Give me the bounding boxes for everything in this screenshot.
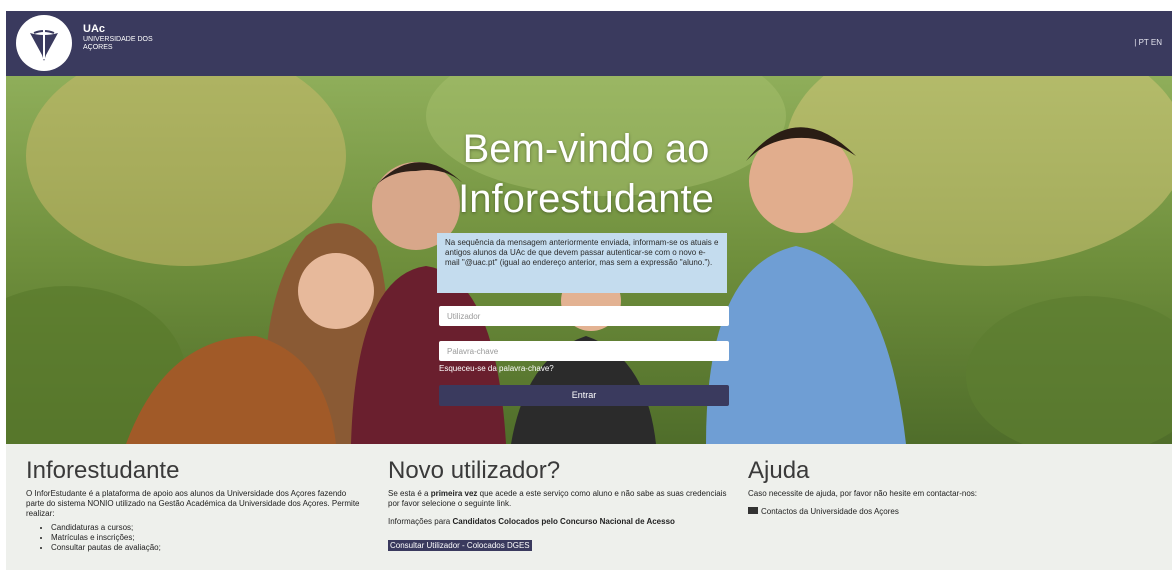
contacts-link[interactable]: Contactos da Universidade dos Açores <box>761 507 899 516</box>
top-header: UAc UNIVERSIDADE DOS AÇORES | PT EN <box>6 11 1172 76</box>
info-list: Candidaturas a cursos; Matrículas e insc… <box>26 523 361 553</box>
list-item: Candidaturas a cursos; <box>51 523 361 533</box>
dges-lookup-link[interactable]: Consultar Utilizador - Colocados DGES <box>388 540 532 551</box>
lang-separator: | <box>1134 38 1137 47</box>
welcome-title-line2: Inforestudante <box>458 177 714 221</box>
language-switcher: | PT EN <box>1134 38 1162 47</box>
info-column: Inforestudante O InforEstudante é a plat… <box>26 444 361 553</box>
help-text: Caso necessite de ajuda, por favor não h… <box>748 489 978 498</box>
help-column: Ajuda Caso necessite de ajuda, por favor… <box>748 444 1048 517</box>
welcome-title: Bem-vindo ao Inforestudante <box>426 124 746 224</box>
new-user-title: Novo utilizador? <box>388 457 561 484</box>
username-input[interactable] <box>439 306 729 326</box>
list-item: Matrículas e inscrições; <box>51 533 361 543</box>
uac-logo[interactable] <box>16 15 72 71</box>
help-title: Ajuda <box>748 457 810 484</box>
candidates-info: Informações para Candidatos Colocados pe… <box>388 517 728 527</box>
contacts-row: Contactos da Universidade dos Açores <box>748 507 1048 517</box>
lang-en-link[interactable]: EN <box>1151 38 1162 47</box>
list-item: Consultar pautas de avaliação; <box>51 543 361 553</box>
candidates-info-prefix: Informações para <box>388 517 453 526</box>
new-user-text-start: Se esta é a <box>388 489 431 498</box>
brand-name: UAc <box>83 23 106 35</box>
new-user-column: Novo utilizador? Se esta é a primeira ve… <box>388 444 728 553</box>
login-button[interactable]: Entrar <box>439 385 729 406</box>
lang-pt-link[interactable]: PT <box>1139 38 1149 47</box>
notice-box: Na sequência da mensagem anteriormente e… <box>437 233 727 293</box>
info-section: Inforestudante O InforEstudante é a plat… <box>6 444 1172 570</box>
welcome-title-line1: Bem-vindo ao <box>462 127 710 171</box>
envelope-icon <box>748 507 758 515</box>
dges-link-wrap: Consultar Utilizador - Colocados DGES <box>388 535 728 553</box>
uac-logo-icon <box>30 25 58 61</box>
new-user-text: Se esta é a primeira vez que acede a est… <box>388 489 728 509</box>
brand-subtitle: UNIVERSIDADE DOS AÇORES <box>83 36 153 51</box>
password-input[interactable] <box>439 341 729 361</box>
new-user-text-bold: primeira vez <box>430 489 478 498</box>
forgot-password-link[interactable]: Esqueceu-se da palavra-chave? <box>439 364 554 373</box>
candidates-info-bold: Candidatos Colocados pelo Concurso Nacio… <box>452 517 675 526</box>
hero-section: Bem-vindo ao Inforestudante Na sequência… <box>6 76 1172 444</box>
page-frame: UAc UNIVERSIDADE DOS AÇORES | PT EN Bem-… <box>6 11 1172 570</box>
info-title: Inforestudante <box>26 457 180 484</box>
info-description: O InforEstudante é a plataforma de apoio… <box>26 489 360 518</box>
